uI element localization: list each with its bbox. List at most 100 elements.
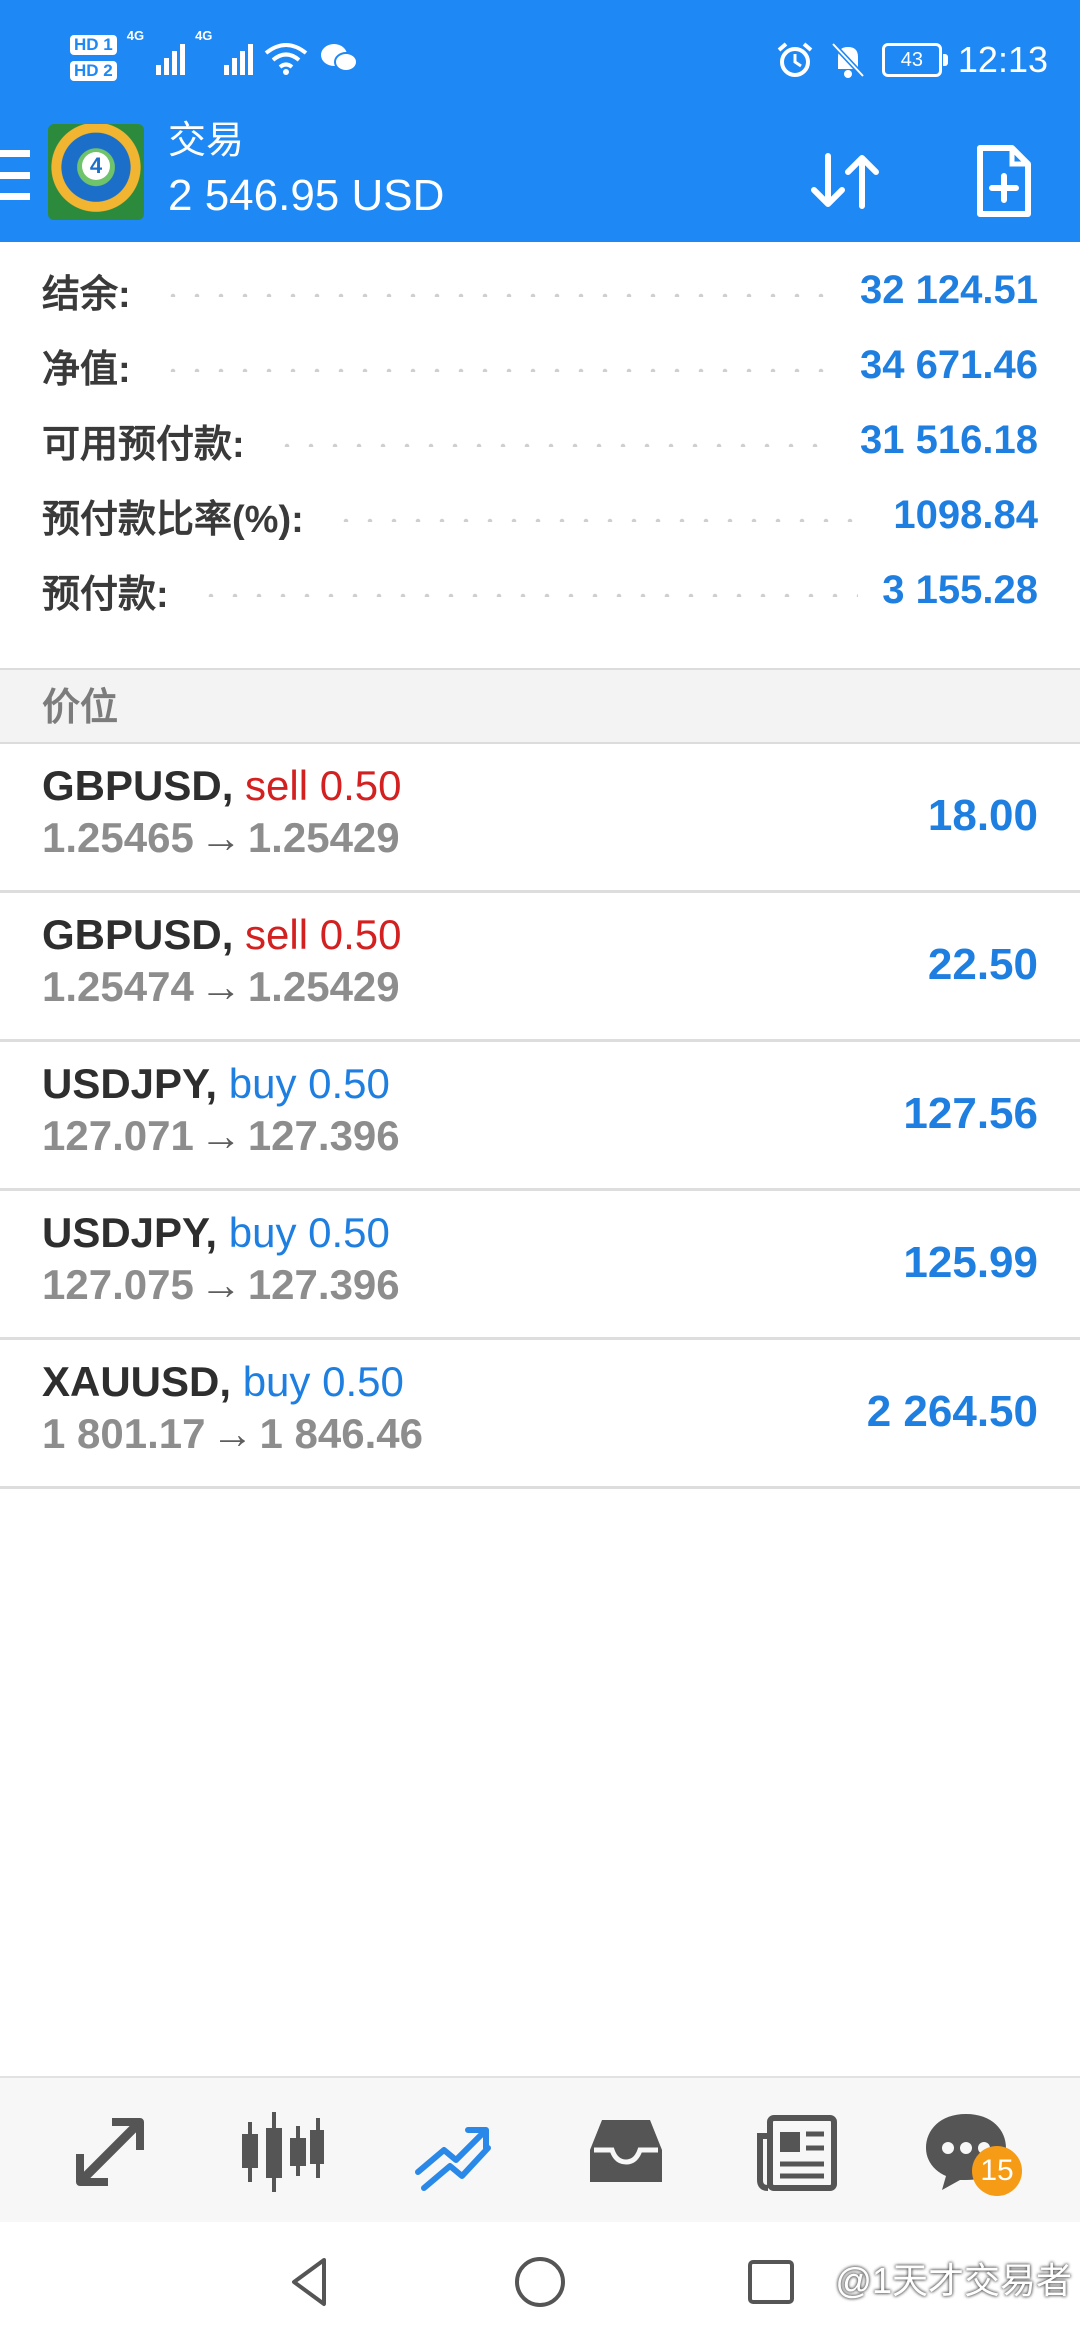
signal-icon — [224, 41, 254, 75]
summary-value: 31 516.18 — [860, 418, 1038, 462]
history-icon — [590, 2120, 662, 2182]
dotted-leader — [333, 517, 870, 522]
hd-indicators: HD 1 HD 2 — [70, 35, 117, 81]
position-row[interactable]: GBPUSD, sell 0.50 1.25465 → 1.25429 18.00 — [0, 744, 1080, 893]
nav-news[interactable] — [748, 2102, 848, 2202]
app-bar: 4 交易 2 546.95 USD — [0, 116, 1080, 242]
recents-icon[interactable] — [742, 2252, 802, 2312]
position-row[interactable]: USDJPY, buy 0.50 127.071 → 127.396 127.56 — [0, 1042, 1080, 1191]
summary-row-margin-level: 预付款比率(%): 1098.84 — [42, 478, 1038, 553]
nav-chart[interactable] — [232, 2102, 332, 2202]
network-type-1: 4G — [126, 28, 145, 43]
position-header: XAUUSD, buy 0.50 — [42, 1354, 404, 1410]
arrow-icon: → — [199, 814, 242, 861]
position-side: buy 0.50 — [228, 1060, 390, 1107]
position-row[interactable]: XAUUSD, buy 0.50 1 801.17 → 1 846.46 2 264… — [0, 1340, 1080, 1489]
nav-messages[interactable]: 15 — [916, 2102, 1022, 2202]
account-balance: 2 546.95 USD — [168, 171, 445, 220]
dotted-leader — [160, 292, 837, 297]
summary-label: 预付款: — [42, 574, 169, 616]
new-order-button[interactable] — [958, 136, 1048, 226]
open-price: 1 801.17 — [42, 1410, 206, 1457]
summary-label: 预付款比率(%): — [42, 499, 304, 541]
alarm-icon — [777, 42, 813, 77]
summary-value: 32 124.51 — [860, 268, 1038, 312]
position-header: USDJPY, buy 0.50 — [42, 1205, 390, 1261]
summary-row-margin: 预付款: 3 155.28 — [42, 553, 1038, 628]
dotted-leader — [160, 367, 837, 372]
arrow-icon: → — [199, 963, 242, 1010]
position-profit: 18.00 — [927, 791, 1038, 840]
sort-button[interactable] — [800, 136, 890, 226]
open-price: 127.075 — [42, 1261, 194, 1308]
current-price: 127.396 — [247, 1112, 400, 1159]
bottom-nav: 15 — [0, 2076, 1080, 2224]
news-icon — [757, 2115, 837, 2191]
sort-icon — [811, 153, 879, 209]
position-prices: 127.075 → 127.396 — [42, 1257, 400, 1313]
position-symbol: XAUUSD, — [42, 1358, 232, 1405]
section-header-positions: 价位 — [0, 668, 1080, 744]
open-price: 1.25465 — [42, 814, 194, 861]
nav-history[interactable] — [576, 2102, 676, 2202]
position-symbol: GBPUSD, — [42, 762, 234, 809]
status-bar: HD 1 HD 2 4G 4G 43 12:13 — [0, 0, 1080, 116]
summary-row-balance: 结余: 32 124.51 — [42, 253, 1038, 328]
nav-quotes[interactable] — [60, 2102, 160, 2202]
messages-badge: 15 — [972, 2146, 1022, 2196]
position-row[interactable]: USDJPY, buy 0.50 127.075 → 127.396 125.99 — [0, 1191, 1080, 1340]
logo-number: 4 — [82, 152, 110, 180]
new-order-icon — [977, 145, 1031, 217]
hd2-indicator: HD 2 — [70, 61, 117, 81]
position-symbol: USDJPY, — [42, 1209, 218, 1256]
current-price: 1.25429 — [247, 963, 400, 1010]
system-navigation: @1天才交易者 — [0, 2222, 1080, 2340]
home-icon[interactable] — [510, 2252, 570, 2312]
open-price: 127.071 — [42, 1112, 194, 1159]
summary-label: 结余: — [42, 274, 131, 316]
position-header: GBPUSD, sell 0.50 — [42, 758, 401, 814]
arrow-icon: → — [199, 1112, 242, 1159]
position-row[interactable]: GBPUSD, sell 0.50 1.25474 → 1.25429 22.50 — [0, 893, 1080, 1042]
position-prices: 1.25474 → 1.25429 — [42, 959, 400, 1015]
hd1-indicator: HD 1 — [70, 35, 117, 55]
position-side: sell 0.50 — [245, 911, 402, 958]
current-price: 127.396 — [247, 1261, 400, 1308]
arrow-icon: → — [211, 1410, 254, 1457]
mute-notifications-icon — [831, 42, 865, 78]
app-logo: 4 — [48, 124, 144, 220]
open-price: 1.25474 — [42, 963, 194, 1010]
summary-label: 净值: — [42, 349, 131, 391]
summary-value: 34 671.46 — [860, 343, 1038, 387]
wechat-icon — [321, 44, 359, 72]
position-symbol: GBPUSD, — [42, 911, 234, 958]
menu-icon[interactable] — [0, 150, 30, 200]
quotes-icon — [76, 2118, 144, 2186]
position-header: GBPUSD, sell 0.50 — [42, 907, 401, 963]
current-price: 1 846.46 — [259, 1410, 424, 1457]
position-side: buy 0.50 — [228, 1209, 390, 1256]
account-summary: 结余: 32 124.51 净值: 34 671.46 可用预付款: 31 51… — [0, 242, 1080, 668]
network-type-2: 4G — [195, 28, 213, 43]
chart-icon — [242, 2112, 324, 2192]
position-prices: 1 801.17 → 1 846.46 — [42, 1406, 423, 1462]
position-symbol: USDJPY, — [42, 1060, 218, 1107]
dotted-leader — [274, 442, 837, 447]
battery-icon: 43 — [881, 43, 948, 77]
nav-trade[interactable] — [404, 2102, 504, 2202]
page-title: 交易 — [168, 120, 245, 162]
summary-label: 可用预付款: — [42, 424, 245, 466]
position-profit: 125.99 — [903, 1238, 1038, 1287]
position-profit: 2 264.50 — [866, 1387, 1038, 1436]
arrow-icon: → — [199, 1261, 242, 1308]
status-right: 43 12:13 — [776, 30, 1048, 90]
summary-row-equity: 净值: 34 671.46 — [42, 328, 1038, 403]
summary-value: 3 155.28 — [882, 568, 1038, 612]
current-price: 1.25429 — [247, 814, 400, 861]
position-header: USDJPY, buy 0.50 — [42, 1056, 390, 1112]
position-profit: 127.56 — [903, 1089, 1038, 1138]
dotted-leader — [198, 592, 859, 597]
back-icon[interactable] — [280, 2252, 340, 2312]
status-left: HD 1 HD 2 4G 4G — [70, 28, 359, 88]
positions-list: GBPUSD, sell 0.50 1.25465 → 1.25429 18.00 … — [0, 744, 1080, 1489]
